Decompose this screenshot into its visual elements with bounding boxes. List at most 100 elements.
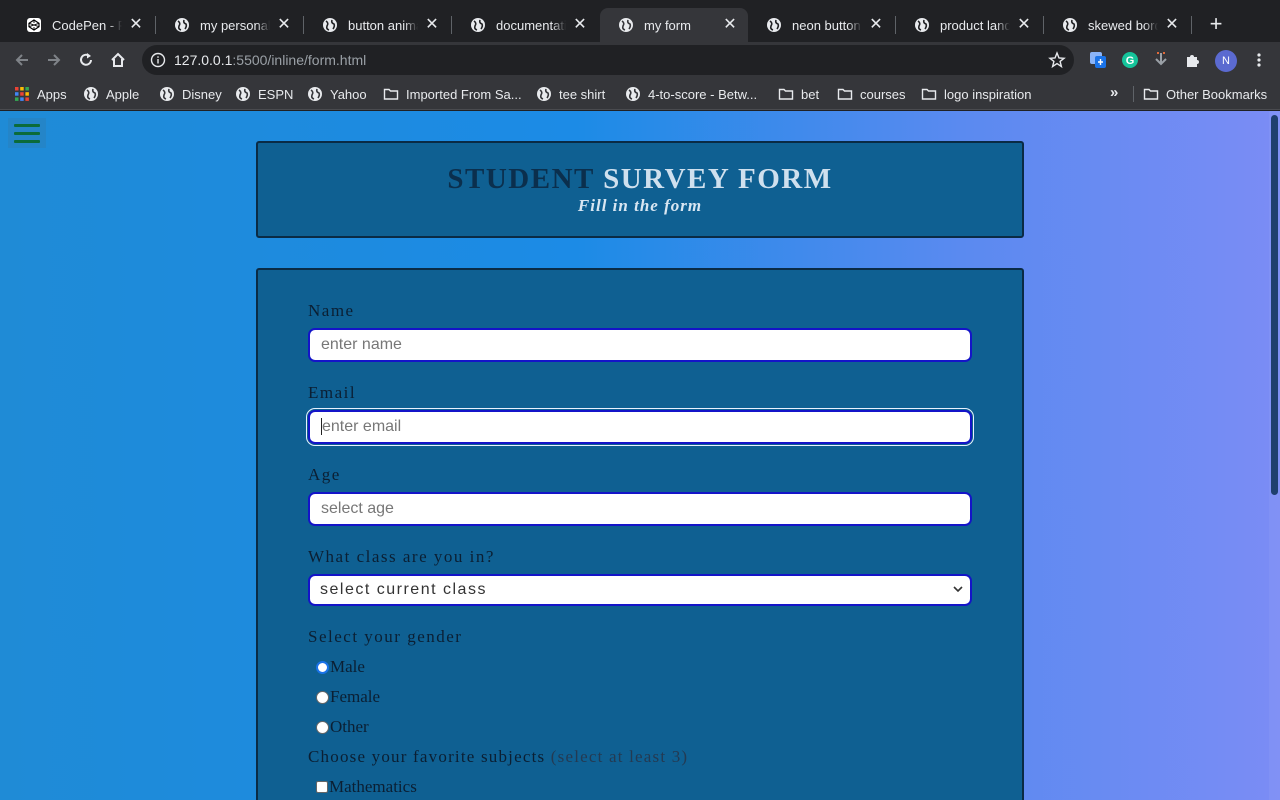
bookmarks-overflow-button[interactable]: » [1110,84,1118,101]
bookmark-other-bookmarks[interactable]: Other Bookmarks [1143,85,1267,103]
folder-icon [778,88,794,100]
bookmark-disney[interactable]: Disney [159,85,222,103]
name-input[interactable]: enter name [308,328,972,362]
extension-grammarly[interactable]: G [1120,50,1140,70]
class-label: What class are you in? [308,547,495,566]
page-title: STUDENT SURVEY FORM [258,163,1022,196]
email-input[interactable]: enter email [306,408,974,446]
close-icon[interactable]: ✕ [1016,17,1032,33]
tab-title: my form [644,17,691,33]
back-button[interactable] [10,48,34,72]
globe-icon [471,18,485,32]
translate-icon [1090,52,1106,68]
tab-title: documentation [496,17,566,33]
globe-icon [160,87,174,101]
close-icon[interactable]: ✕ [572,17,588,33]
tab-documentation[interactable]: documentation ✕ [452,8,598,42]
bookmark-label: Imported From Sa... [406,86,522,102]
profile-avatar[interactable]: N [1215,50,1237,72]
folder-icon [921,88,937,100]
tab-divider [1191,16,1192,34]
bookmark-logo-inspiration[interactable]: logo inspiration [921,85,1031,103]
age-label: Age [308,465,341,484]
hamburger-menu-button[interactable] [8,118,46,148]
globe-icon [915,18,929,32]
age-input[interactable]: select age [308,492,972,526]
browser-tab-strip: CodePen - FCC ✕ my personal portfolio ✕ … [0,0,1280,44]
tab-skewed-border[interactable]: skewed border ✕ [1044,8,1190,42]
star-icon[interactable] [1048,51,1066,69]
chevron-down-icon [953,586,963,593]
globe-icon [619,18,633,32]
bookmark-espn[interactable]: ESPN [235,85,293,103]
scrollbar-thumb[interactable] [1271,115,1278,495]
svg-text:G: G [1126,55,1135,67]
extension-download[interactable] [1151,50,1171,70]
bookmark-bet[interactable]: bet [778,85,819,103]
bookmark-yahoo[interactable]: Yahoo [307,85,367,103]
bookmark-label: Other Bookmarks [1166,86,1268,102]
tab-product-landing[interactable]: product landing ✕ [896,8,1042,42]
menu-button[interactable] [1247,48,1271,72]
menu-bar-icon [14,140,40,143]
info-icon[interactable] [150,52,166,68]
close-icon[interactable]: ✕ [276,17,292,33]
gender-option-label: Other [330,717,369,736]
gender-option-female[interactable]: Female [316,687,380,707]
radio-button[interactable] [316,690,329,704]
url-path: :5500/inline/form.html [232,52,367,68]
gender-option-other[interactable]: Other [316,717,369,737]
extensions-button[interactable] [1183,50,1203,70]
home-button[interactable] [106,48,130,72]
url-text[interactable]: 127.0.0.1:5500/inline/form.html [174,52,366,68]
radio-button[interactable] [316,660,329,674]
gender-label: Select your gender [308,627,463,646]
globe-icon [537,87,551,101]
puzzle-icon [1187,55,1199,67]
globe-icon [1063,18,1077,32]
codepen-icon [27,18,41,32]
email-label: Email [308,383,357,402]
bookmark-courses[interactable]: courses [837,85,906,103]
address-bar[interactable]: 127.0.0.1:5500/inline/form.html [142,45,1074,75]
bookmark-apps[interactable]: Apps [14,85,67,103]
survey-form: Name enter name Email enter email Age se… [256,268,1024,800]
bookmark-tee-shirt[interactable]: tee shirt [536,85,605,103]
age-placeholder: select age [321,500,394,517]
title-part-survey-form: SURVEY FORM [603,163,833,195]
title-part-student: STUDENT [447,163,595,195]
subject-option-mathematics[interactable]: Mathematics [316,777,417,797]
new-tab-button[interactable]: + [1204,12,1228,36]
tab-codepen[interactable]: CodePen - FCC ✕ [8,8,154,42]
tab-button-animation[interactable]: button animation ✕ [304,8,450,42]
tab-neon-button[interactable]: neon button ✕ [748,8,894,42]
survey-header: STUDENT SURVEY FORM Fill in the form [256,141,1024,238]
close-icon[interactable]: ✕ [424,17,440,33]
class-select[interactable]: select current class [308,574,972,606]
gender-option-male[interactable]: Male [316,657,365,677]
bookmark-4-to-score[interactable]: 4-to-score - Betw... [625,85,757,103]
page-scrollbar[interactable] [1269,111,1280,800]
tab-title: skewed border [1088,17,1158,33]
close-icon[interactable]: ✕ [1164,17,1180,33]
tab-my-form[interactable]: my form ✕ [600,8,748,42]
checkbox[interactable] [316,781,328,793]
tab-title: neon button [792,17,861,33]
bookmark-label: bet [801,86,820,102]
bookmark-imported-from-safari[interactable]: Imported From Sa... [383,85,522,103]
extension-translate[interactable] [1088,50,1108,70]
radio-button[interactable] [316,720,329,734]
bookmark-apple[interactable]: Apple [83,85,139,103]
reload-button[interactable] [74,48,98,72]
close-icon[interactable]: ✕ [722,17,738,33]
class-selected-value: select current class [320,581,487,598]
subjects-label: Choose your favorite subjects (select at… [308,747,688,767]
name-label: Name [308,301,355,320]
forward-button[interactable] [42,48,66,72]
subject-option-label: Mathematics [329,777,417,796]
arrow-right-icon [48,54,61,66]
close-icon[interactable]: ✕ [868,17,884,33]
close-icon[interactable]: ✕ [128,17,144,33]
tab-personal-portfolio[interactable]: my personal portfolio ✕ [156,8,302,42]
tab-title: my personal portfolio [200,17,270,33]
